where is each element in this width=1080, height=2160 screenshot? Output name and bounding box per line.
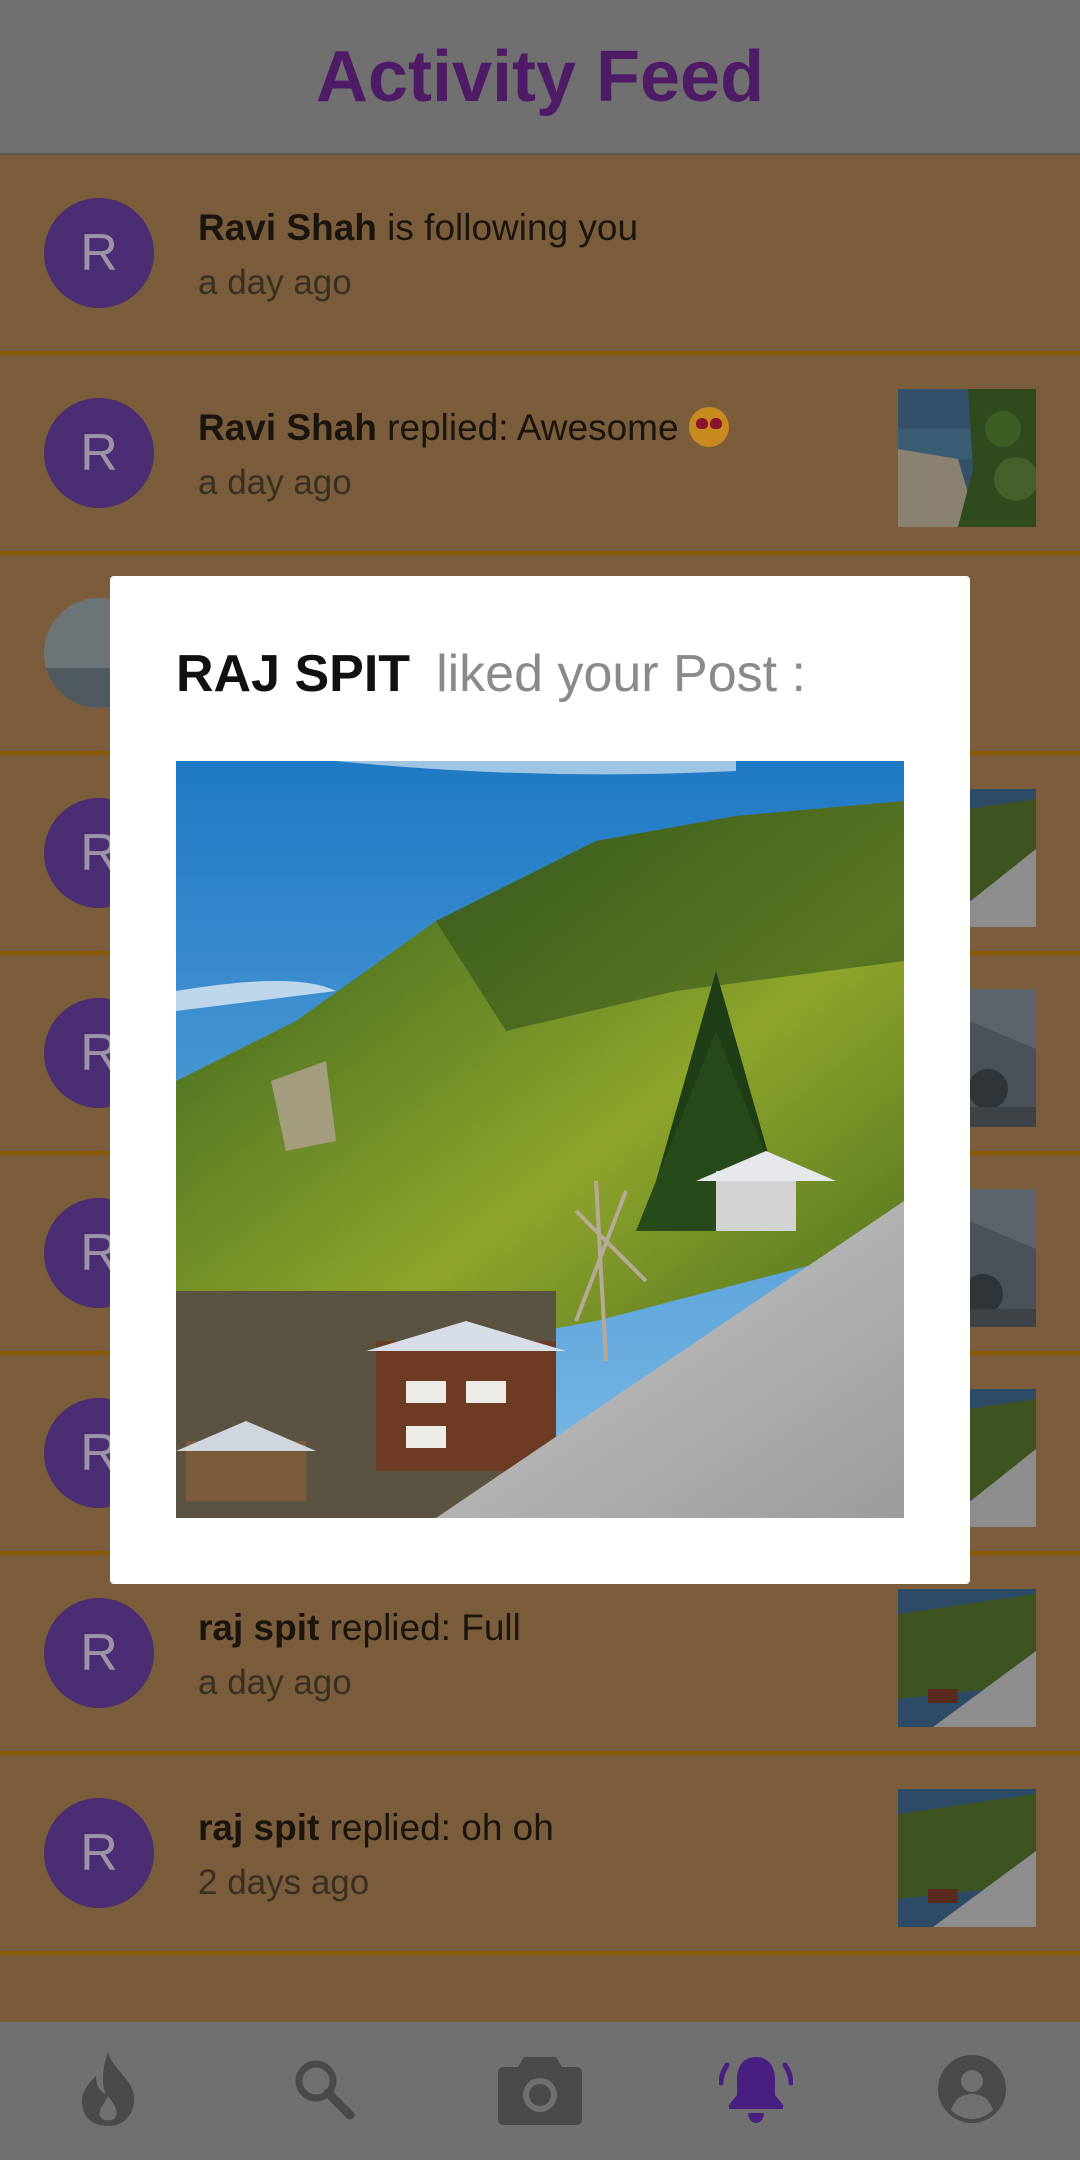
account-icon: [937, 2054, 1007, 2129]
search-icon: [292, 2057, 356, 2126]
bell-icon: [718, 2053, 794, 2130]
nav-search[interactable]: [264, 2031, 384, 2151]
nav-upload[interactable]: [480, 2031, 600, 2151]
nav-profile[interactable]: [912, 2031, 1032, 2151]
liked-post-image[interactable]: [176, 761, 904, 1518]
bottom-navigation: [0, 2022, 1080, 2160]
nav-home[interactable]: [48, 2031, 168, 2151]
dialog-username[interactable]: RAJ SPIT: [176, 645, 410, 703]
camera-icon: [498, 2053, 582, 2130]
nav-notifications[interactable]: [696, 2031, 816, 2151]
dialog-action-text: liked your Post :: [436, 645, 807, 703]
flame-icon: [78, 2051, 138, 2131]
dialog-header: RAJ SPIT liked your Post :: [176, 644, 806, 704]
like-notification-dialog[interactable]: RAJ SPIT liked your Post :: [110, 576, 970, 1584]
